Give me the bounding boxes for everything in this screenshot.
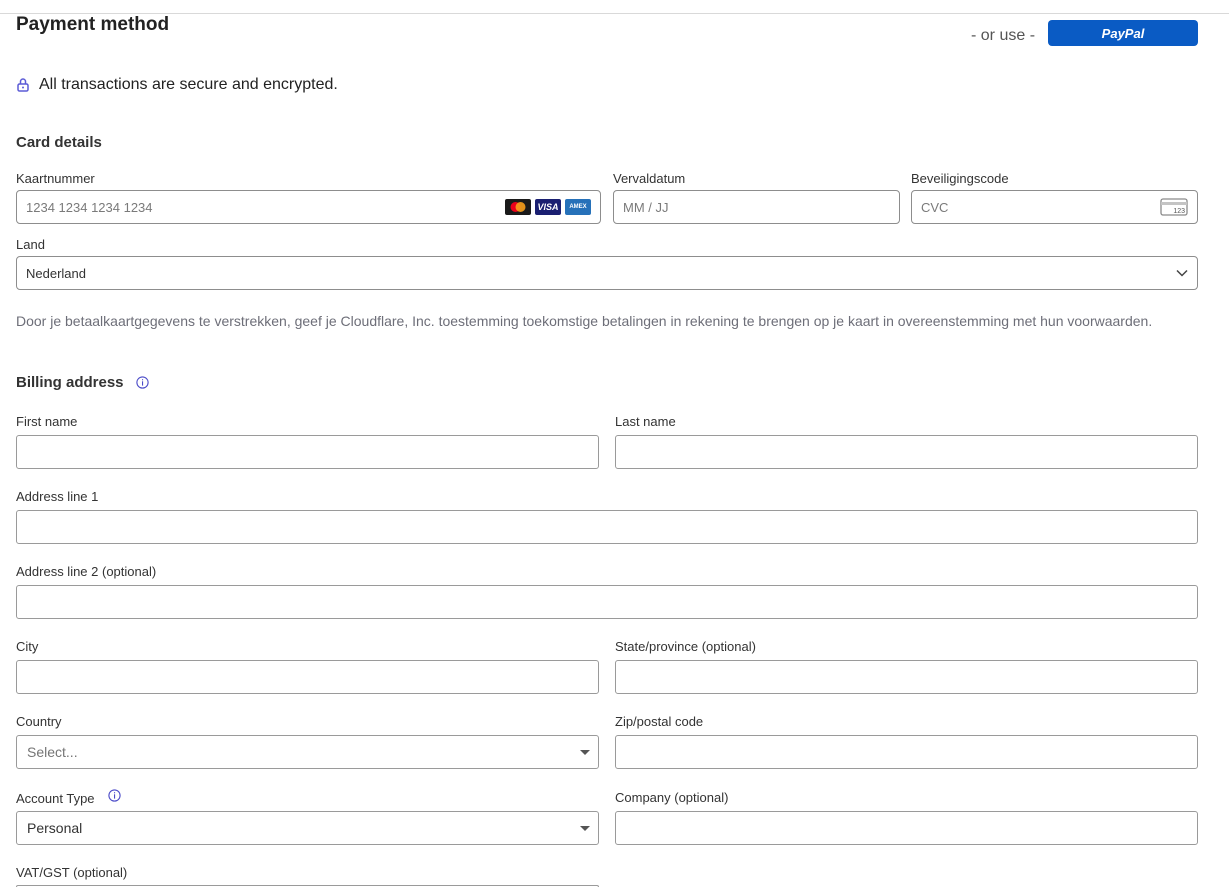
address2-input[interactable]	[16, 585, 1198, 619]
cvc-input[interactable]: CVC 123	[911, 190, 1198, 224]
caret-down-icon	[580, 826, 590, 831]
country-label: Country	[16, 714, 62, 729]
company-input[interactable]	[615, 811, 1198, 845]
account-type-label: Account Type	[16, 789, 121, 806]
consent-text: Door je betaalkaartgegevens te verstrekk…	[16, 313, 1153, 329]
address2-label: Address line 2 (optional)	[16, 564, 157, 579]
mastercard-icon	[505, 199, 531, 215]
card-number-label: Kaartnummer	[16, 171, 95, 186]
country-placeholder: Select...	[27, 744, 78, 760]
cvc-card-icon: 123	[1160, 198, 1188, 216]
card-country-select[interactable]: Nederland	[16, 256, 1198, 290]
card-number-input[interactable]: 1234 1234 1234 1234 VISA AMEX	[16, 190, 601, 224]
zip-input[interactable]	[615, 735, 1198, 769]
expiry-placeholder: MM / JJ	[623, 199, 669, 215]
vat-label: VAT/GST (optional)	[16, 865, 128, 880]
or-use-text: - or use -	[971, 27, 1036, 44]
expiry-label: Vervaldatum	[613, 171, 686, 186]
first-name-label: First name	[16, 414, 78, 429]
lock-icon	[17, 78, 29, 92]
caret-down-icon	[580, 750, 590, 755]
last-name-input[interactable]	[615, 435, 1198, 469]
cvc-placeholder: CVC	[921, 199, 949, 215]
visa-icon: VISA	[535, 199, 561, 215]
account-type-label-text: Account Type	[16, 791, 95, 806]
company-label: Company (optional)	[615, 790, 729, 805]
address1-input[interactable]	[16, 510, 1198, 544]
expiry-input[interactable]: MM / JJ	[613, 190, 900, 224]
billing-heading-text: Billing address	[16, 374, 124, 391]
chevron-down-icon	[1176, 269, 1188, 277]
info-icon[interactable]	[136, 376, 149, 389]
card-number-placeholder: 1234 1234 1234 1234	[26, 199, 153, 215]
city-input[interactable]	[16, 660, 599, 694]
secure-notice: All transactions are secure and encrypte…	[16, 76, 338, 94]
address1-label: Address line 1	[16, 489, 99, 504]
card-country-value: Nederland	[26, 265, 86, 281]
billing-heading: Billing address	[16, 374, 149, 391]
city-label: City	[16, 639, 39, 654]
paypal-button[interactable]: PayPal	[1048, 20, 1198, 46]
state-input[interactable]	[615, 660, 1198, 694]
last-name-label: Last name	[615, 414, 676, 429]
cvc-icon-digits: 123	[1173, 208, 1185, 215]
first-name-input[interactable]	[16, 435, 599, 469]
page-title: Payment method	[16, 14, 170, 35]
zip-label: Zip/postal code	[615, 714, 704, 729]
top-divider	[0, 0, 1229, 14]
card-country-label: Land	[16, 237, 45, 252]
info-icon[interactable]	[108, 789, 121, 802]
country-select[interactable]: Select...	[16, 735, 599, 769]
state-label: State/province (optional)	[615, 639, 756, 654]
cvc-label: Beveiligingscode	[911, 171, 1009, 186]
secure-text: All transactions are secure and encrypte…	[39, 76, 338, 93]
account-type-value: Personal	[27, 820, 83, 836]
card-details-heading: Card details	[16, 134, 102, 151]
account-type-select[interactable]: Personal	[16, 811, 599, 845]
amex-icon: AMEX	[565, 199, 591, 215]
